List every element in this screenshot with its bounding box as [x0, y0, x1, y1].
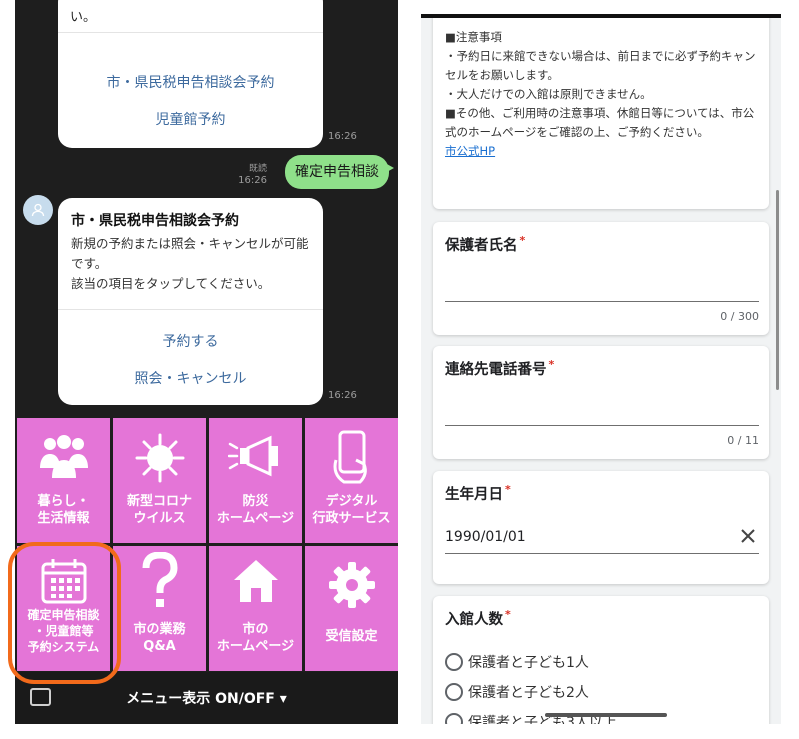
- radio-option[interactable]: 保護者と子ども2人: [445, 682, 589, 702]
- field-label: 生年月日 *: [445, 483, 511, 503]
- guardian-name-card: 保護者氏名 * 0 / 300: [433, 222, 769, 335]
- notes-line: ・大人だけでの入館は原則できません。: [445, 87, 652, 101]
- divider: [58, 309, 323, 310]
- menu-toggle-button[interactable]: メニュー表示 ON/OFF ▾: [15, 688, 398, 708]
- previous-message-card: い。 市・県民税申告相談会予約 児童館予約: [58, 0, 323, 148]
- visitors-card: 入館人数 * 保護者と子ども1人 保護者と子ども2人 保護者と子ども3人以上: [433, 596, 769, 724]
- radio-circle: [445, 683, 463, 701]
- sent-message-bubble: 確定申告相談: [285, 155, 394, 189]
- menu-tile-notification-settings[interactable]: 受信設定: [305, 546, 398, 671]
- megaphone-icon: [227, 435, 278, 477]
- guardian-name-input[interactable]: [445, 301, 759, 302]
- field-label: 保護者氏名 *: [445, 234, 526, 254]
- status-bar-edge: [421, 14, 781, 18]
- link-childrens-hall[interactable]: 児童館予約: [58, 109, 323, 129]
- close-icon[interactable]: [739, 527, 757, 545]
- reply-body: 新規の予約または照会・キャンセルが可能です。 該当の項目をタップしてください。: [71, 236, 309, 291]
- link-tax-consultation[interactable]: 市・県民税申告相談会予約: [58, 72, 323, 92]
- notes-line: ・予約日に来館できない場合は、前日までに必ず予約キャンセルをお願いします。: [445, 49, 756, 82]
- highlight-annotation: [8, 542, 121, 684]
- avatar[interactable]: [23, 195, 53, 225]
- smartphone-icon: [333, 430, 367, 484]
- menu-tile-label: 防災 ホームページ: [216, 494, 295, 526]
- phone-input[interactable]: [445, 425, 759, 426]
- virus-icon: [135, 433, 184, 483]
- menu-tile-disaster[interactable]: 防災 ホームページ: [209, 418, 302, 543]
- birthdate-card: 生年月日 * 1990/01/01: [433, 471, 769, 584]
- field-label: 入館人数 *: [445, 608, 511, 628]
- form-screen: ■注意事項 ・予約日に来館できない場合は、前日までに必ず予約キャンセルをお願いし…: [421, 14, 781, 724]
- phone-card: 連絡先電話番号 * 0 / 11: [433, 346, 769, 459]
- menu-tile-digital[interactable]: デジタル 行政サービス: [305, 418, 398, 543]
- reply-message-card: 市・県民税申告相談会予約 新規の予約または照会・キャンセルが可能です。 該当の項…: [58, 198, 323, 405]
- field-label: 連絡先電話番号 *: [445, 358, 555, 378]
- user-icon: [31, 203, 45, 217]
- question-icon: [142, 552, 178, 607]
- message-time: 16:26: [328, 390, 357, 401]
- reserve-button[interactable]: 予約する: [58, 331, 323, 351]
- notes-card: ■注意事項 ・予約日に来館できない場合は、前日までに必ず予約キャンセルをお願いし…: [433, 14, 769, 209]
- radio-circle: [445, 713, 463, 724]
- menu-tile-label: 市の業務 Q&A: [133, 622, 186, 654]
- home-indicator: [545, 713, 667, 717]
- menu-tile-covid[interactable]: 新型コロナ ウイルス: [113, 418, 206, 543]
- inquiry-cancel-button[interactable]: 照会・キャンセル: [58, 368, 323, 388]
- menu-tile-living-info[interactable]: 暮らし・ 生活情報: [17, 418, 110, 543]
- reply-title: 市・県民税申告相談会予約: [71, 213, 239, 229]
- menu-tile-label: 新型コロナ ウイルス: [126, 494, 192, 526]
- gear-icon: [328, 562, 375, 608]
- char-counter: 0 / 11: [727, 434, 759, 447]
- message-text-fragment: い。: [70, 10, 97, 25]
- menu-tile-label: 受信設定: [325, 629, 378, 644]
- menu-tile-label: 市の ホームページ: [216, 622, 295, 654]
- menu-tile-label: 暮らし・ 生活情報: [37, 494, 90, 526]
- menu-tile-faq[interactable]: 市の業務 Q&A: [113, 546, 206, 671]
- screenshot-composite: い。 市・県民税申告相談会予約 児童館予約 16:26 既読 16:26 確定申…: [0, 0, 799, 739]
- people-icon: [39, 435, 88, 478]
- radio-option[interactable]: 保護者と子ども1人: [445, 652, 589, 672]
- city-homepage-link[interactable]: 市公式HP: [445, 142, 763, 161]
- birthdate-input[interactable]: 1990/01/01: [445, 529, 526, 545]
- notes-line: ■その他、ご利用時の注意事項、休館日等については、市公式のホームページをご確認の…: [445, 106, 755, 139]
- input-underline: [445, 553, 759, 554]
- char-counter: 0 / 300: [720, 310, 759, 323]
- message-time: 16:26: [328, 131, 357, 142]
- divider: [58, 32, 323, 33]
- read-receipt: 既読 16:26: [238, 164, 267, 186]
- menu-tile-city-homepage[interactable]: 市の ホームページ: [209, 546, 302, 671]
- home-icon: [233, 560, 278, 602]
- scrollbar[interactable]: [776, 190, 779, 390]
- menu-tile-label: デジタル 行政サービス: [312, 494, 391, 526]
- radio-circle: [445, 653, 463, 671]
- notes-line: ■注意事項: [445, 30, 502, 44]
